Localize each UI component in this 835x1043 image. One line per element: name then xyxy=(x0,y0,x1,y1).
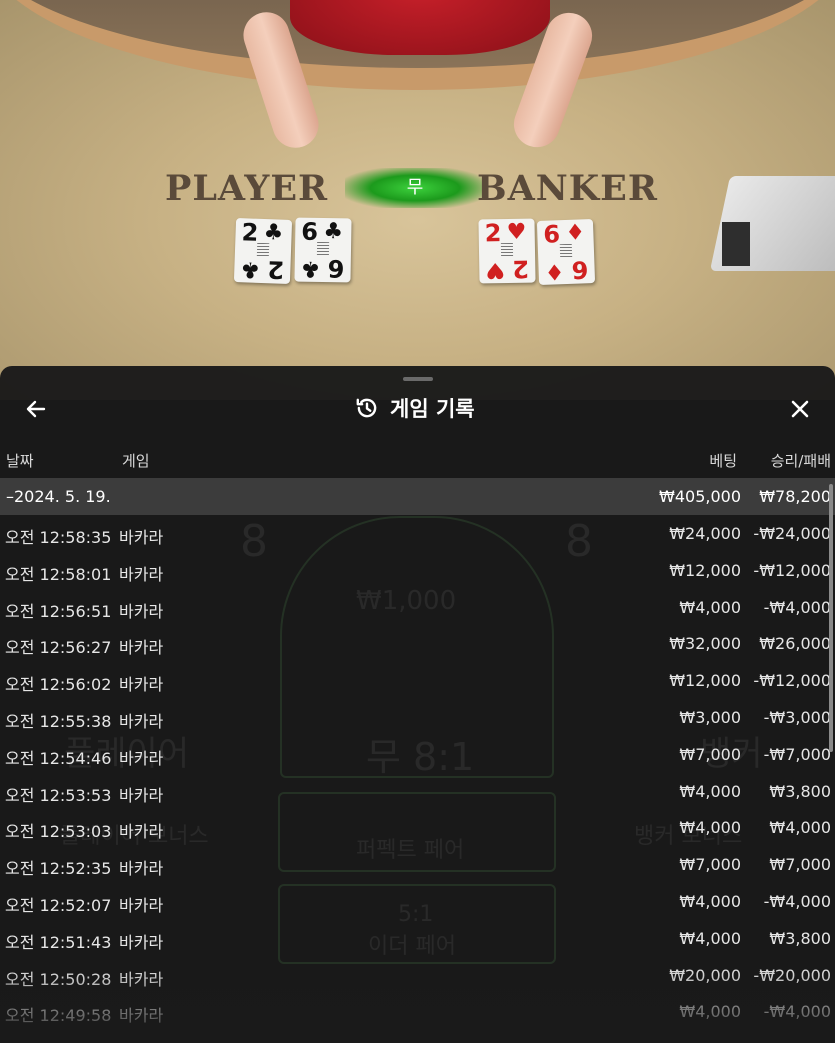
arrow-left-icon xyxy=(26,400,46,418)
page-title: 게임 기록 xyxy=(390,397,475,421)
row-result: -₩12,000 xyxy=(753,560,831,580)
row-time: 오전 12:54:46 xyxy=(5,748,112,768)
history-row[interactable]: 오전 12:50:28 바카라 ₩20,000 -₩20,000 xyxy=(0,957,835,994)
row-game: 바카라 xyxy=(119,785,164,805)
close-button[interactable] xyxy=(782,391,818,427)
row-result: -₩4,000 xyxy=(763,892,831,911)
column-header-date: 날짜 xyxy=(6,452,34,470)
row-time: 오전 12:56:27 xyxy=(5,638,112,658)
player-card-2: 6 ♣ ♣ 6 xyxy=(294,217,352,283)
row-result: ₩26,000 xyxy=(759,634,831,654)
row-bet: ₩24,000 xyxy=(669,524,741,543)
row-game: 바카라 xyxy=(119,896,164,915)
row-time: 오전 12:58:01 xyxy=(5,564,112,584)
date-group-row[interactable]: –2024. 5. 19. ₩405,000 ₩78,200 xyxy=(0,478,835,515)
date-group-result-total: ₩78,200 xyxy=(759,487,831,506)
row-bet: ₩4,000 xyxy=(679,1002,741,1022)
row-game: 바카라 xyxy=(119,822,164,842)
row-bet: ₩12,000 xyxy=(669,560,741,580)
history-row[interactable]: 오전 12:51:43 바카라 ₩4,000 ₩3,800 xyxy=(0,920,835,957)
history-list[interactable]: –2024. 5. 19. ₩405,000 ₩78,200 오전 12:58:… xyxy=(0,478,835,1043)
row-game: 바카라 xyxy=(119,638,164,658)
row-game: 바카라 xyxy=(119,712,164,731)
row-game: 바카라 xyxy=(119,932,164,952)
date-group-date: –2024. 5. 19. xyxy=(6,487,111,506)
banker-card-1: 2 ♥ ♥ 2 xyxy=(478,218,536,284)
history-row[interactable]: 오전 12:55:38 바카라 ₩3,000 -₩3,000 xyxy=(0,699,835,736)
live-video-stage: PLAYER 무 BANKER 2 ♣ ♣ 2 6 ♣ ♣ 6 2 ♥ ♥ 2 6 ♦ ♦ 6 xyxy=(0,0,835,400)
row-bet: ₩20,000 xyxy=(669,965,741,985)
history-row[interactable]: 오전 12:53:03 바카라 ₩4,000 ₩4,000 xyxy=(0,809,835,846)
column-header-game: 게임 xyxy=(122,452,150,470)
history-row[interactable]: 오전 12:49:58 바카라 ₩4,000 -₩4,000 xyxy=(0,993,835,1030)
row-time: 오전 12:53:03 xyxy=(5,822,112,842)
row-time: 오전 12:51:43 xyxy=(5,932,112,952)
row-time: 오전 12:53:53 xyxy=(5,785,112,805)
close-icon xyxy=(791,400,809,418)
row-bet: ₩12,000 xyxy=(669,671,741,691)
column-header-result: 승리/패배 xyxy=(770,452,831,470)
back-button[interactable] xyxy=(18,391,54,427)
player-label: PLAYER xyxy=(165,168,329,209)
row-game: 바카라 xyxy=(119,528,164,547)
row-game: 바카라 xyxy=(119,748,164,768)
history-row[interactable]: 오전 12:52:07 바카라 ₩4,000 -₩4,000 xyxy=(0,883,835,920)
row-time: 오전 12:56:51 xyxy=(5,601,112,621)
row-result: -₩12,000 xyxy=(753,671,831,691)
row-game: 바카라 xyxy=(119,1006,164,1026)
row-result: -₩3,000 xyxy=(763,708,831,727)
row-time: 오전 12:55:38 xyxy=(5,712,112,731)
drag-handle[interactable] xyxy=(403,377,433,381)
banker-card-2: 6 ♦ ♦ 6 xyxy=(536,219,596,285)
row-time: 오전 12:52:07 xyxy=(5,896,112,915)
row-result: ₩3,800 xyxy=(769,781,831,801)
scrollbar[interactable] xyxy=(829,484,833,752)
tie-indicator: 무 xyxy=(345,168,485,208)
game-history-panel: 8 8 ₩1,000 무 8:1 플레이어 뱅커 퍼펙트 페어 5:1 이더 페… xyxy=(0,366,835,1043)
row-game: 바카라 xyxy=(119,859,164,879)
history-row[interactable]: 오전 12:58:01 바카라 ₩12,000 -₩12,000 xyxy=(0,552,835,589)
row-time: 오전 12:58:35 xyxy=(5,528,112,547)
row-result: -₩4,000 xyxy=(763,597,831,617)
player-banker-bar: PLAYER 무 BANKER xyxy=(165,168,685,209)
history-row[interactable]: 오전 12:56:27 바카라 ₩32,000 ₩26,000 xyxy=(0,625,835,662)
row-bet: ₩4,000 xyxy=(679,818,741,838)
history-row[interactable]: 오전 12:56:51 바카라 ₩4,000 -₩4,000 xyxy=(0,589,835,626)
row-result: -₩4,000 xyxy=(763,1002,831,1022)
player-card-1: 2 ♣ ♣ 2 xyxy=(233,218,293,284)
row-result: -₩7,000 xyxy=(763,744,831,764)
row-time: 오전 12:56:02 xyxy=(5,675,112,695)
row-time: 오전 12:52:35 xyxy=(5,859,112,879)
row-bet: ₩32,000 xyxy=(669,634,741,654)
row-game: 바카라 xyxy=(119,969,164,989)
card-shoe-slot xyxy=(722,222,750,266)
row-bet: ₩3,000 xyxy=(679,708,741,727)
history-icon xyxy=(356,398,377,418)
panel-header-title: 게임 기록 xyxy=(354,392,475,424)
row-bet: ₩7,000 xyxy=(679,744,741,764)
row-result: ₩4,000 xyxy=(769,818,831,838)
row-time: 오전 12:50:28 xyxy=(5,969,112,989)
row-bet: ₩4,000 xyxy=(679,928,741,948)
history-row[interactable]: 오전 12:52:35 바카라 ₩7,000 ₩7,000 xyxy=(0,846,835,883)
history-row[interactable]: 오전 12:54:46 바카라 ₩7,000 -₩7,000 xyxy=(0,736,835,773)
history-row[interactable]: 오전 12:53:53 바카라 ₩4,000 ₩3,800 xyxy=(0,773,835,810)
row-time: 오전 12:49:58 xyxy=(5,1006,112,1026)
row-result: -₩24,000 xyxy=(753,524,831,543)
row-result: ₩7,000 xyxy=(769,855,831,875)
date-group-bet-total: ₩405,000 xyxy=(659,487,741,506)
row-bet: ₩4,000 xyxy=(679,892,741,911)
row-game: 바카라 xyxy=(119,564,164,584)
history-row[interactable]: 오전 12:58:35 바카라 ₩24,000 -₩24,000 xyxy=(0,515,835,552)
row-game: 바카라 xyxy=(119,675,164,695)
row-bet: ₩7,000 xyxy=(679,855,741,875)
row-bet: ₩4,000 xyxy=(679,781,741,801)
row-game: 바카라 xyxy=(119,601,164,621)
row-result: ₩3,800 xyxy=(769,928,831,948)
row-result: -₩20,000 xyxy=(753,965,831,985)
history-row[interactable]: 오전 12:56:02 바카라 ₩12,000 -₩12,000 xyxy=(0,662,835,699)
banker-label: BANKER xyxy=(477,168,658,209)
row-bet: ₩4,000 xyxy=(679,597,741,617)
column-header-bet: 베팅 xyxy=(709,452,737,470)
